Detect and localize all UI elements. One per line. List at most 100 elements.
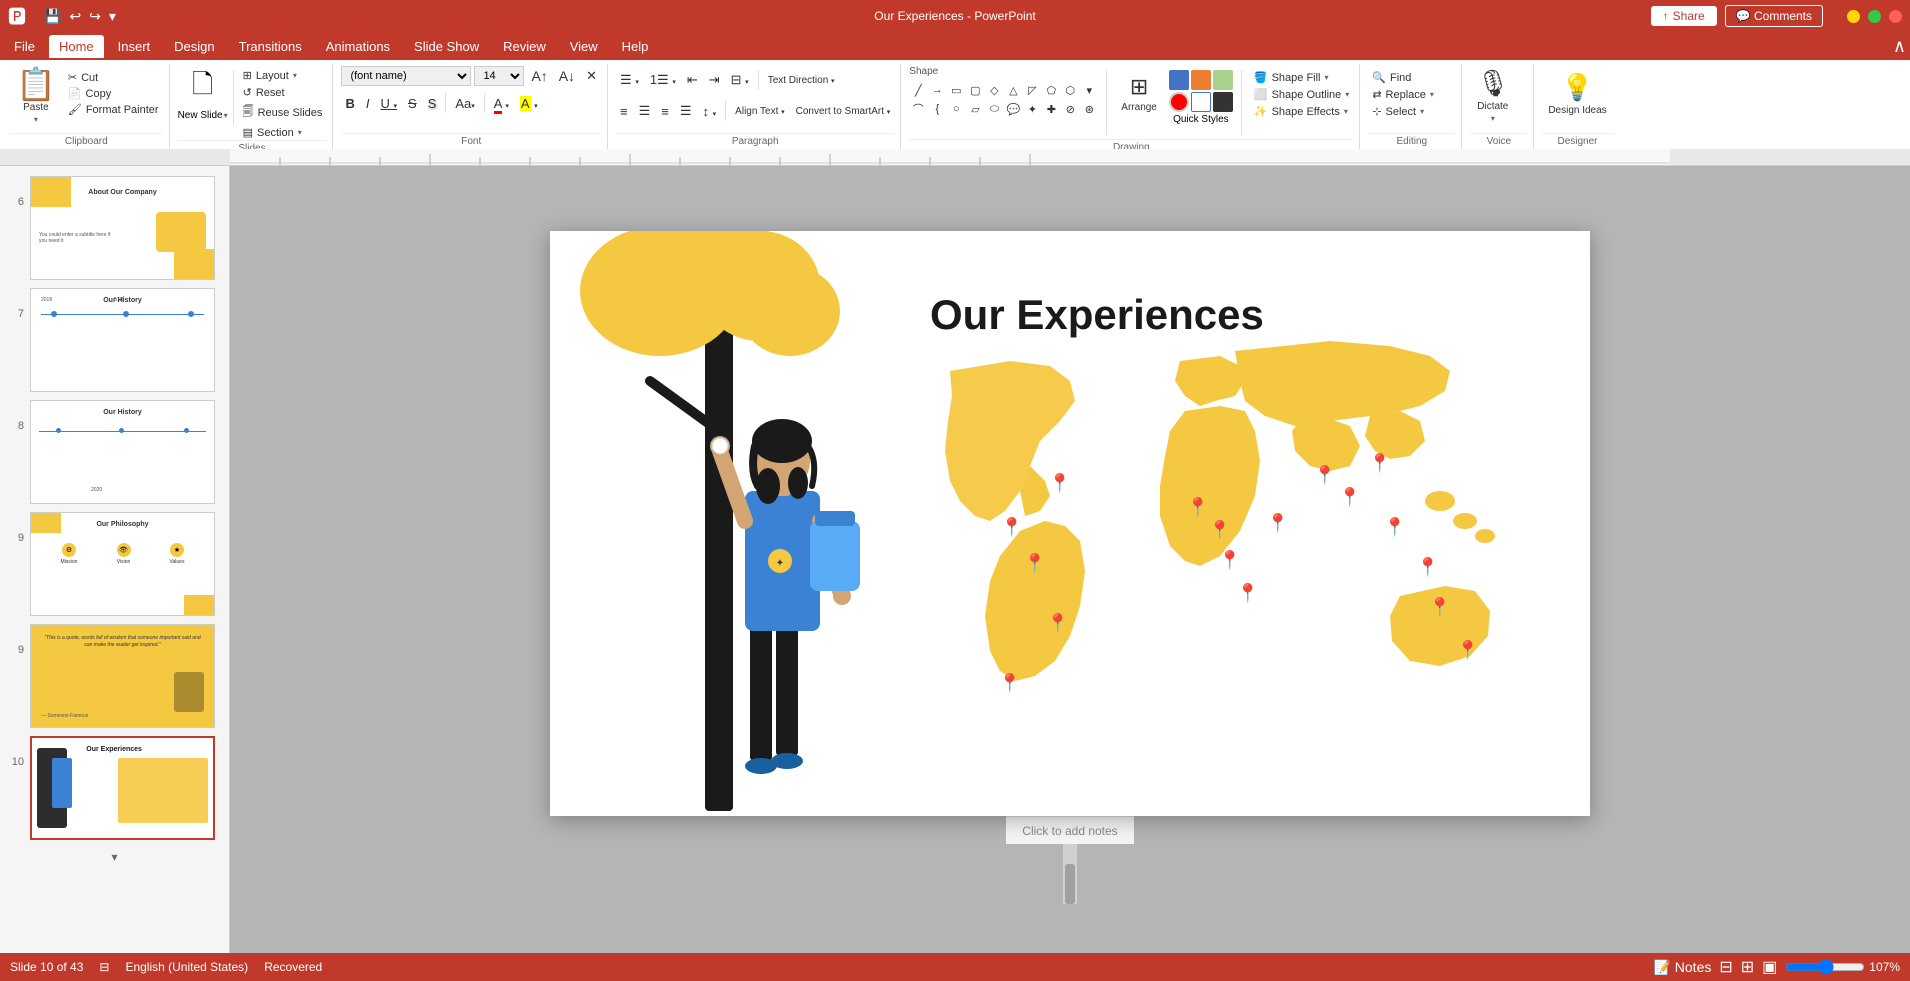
redo-button[interactable]: ↪ xyxy=(87,6,103,27)
shape-callout[interactable]: 💬 xyxy=(1004,100,1022,118)
highlight-color-button[interactable]: A ▾ xyxy=(516,94,542,113)
underline-button[interactable]: U ▾ xyxy=(376,94,401,113)
copy-button[interactable]: 📄 Copy xyxy=(64,86,163,101)
font-name-select[interactable]: (font name) xyxy=(341,66,471,86)
comments-button[interactable]: 💬 Comments xyxy=(1725,5,1823,27)
strikethrough-button[interactable]: S xyxy=(404,94,421,113)
slide-item-10[interactable]: 10 Our Experiences xyxy=(4,734,225,842)
increase-indent-button[interactable]: ⇥ xyxy=(705,70,724,90)
slide-panel-scroll-down[interactable]: ▾ xyxy=(4,846,225,868)
slide-item-8[interactable]: 8 Our History 2020 xyxy=(4,398,225,506)
reuse-slides-button[interactable]: 🗐 Reuse Slides xyxy=(239,102,327,123)
line-spacing-button[interactable]: ↕ ▾ xyxy=(699,102,721,121)
center-button[interactable]: ☰ xyxy=(635,101,655,121)
shape-custom1[interactable]: ⊘ xyxy=(1061,100,1079,118)
align-right-button[interactable]: ≡ xyxy=(657,102,673,121)
shape-triangle[interactable]: △ xyxy=(1004,81,1022,99)
slide-panel-toggle-icon[interactable]: ⊟ xyxy=(99,960,109,974)
clear-formatting-button[interactable]: ✕ xyxy=(582,66,601,86)
slide-item-6[interactable]: 6 About Our Company You could enter a su… xyxy=(4,174,225,282)
slide-thumb-6[interactable]: About Our Company You could enter a subt… xyxy=(30,176,215,280)
ribbon-collapse-button[interactable]: ∧ xyxy=(1893,36,1906,57)
customize-quick-access-button[interactable]: ▾ xyxy=(107,6,118,27)
slide-thumb-8[interactable]: Our History 2020 xyxy=(30,400,215,504)
zoom-slider[interactable] xyxy=(1785,959,1865,975)
shape-arc[interactable]: ⌒ xyxy=(909,100,927,118)
canvas-vscroll[interactable] xyxy=(1063,844,1077,904)
slide-sorter-button[interactable]: ⊞ xyxy=(1741,957,1754,977)
shape-pentagon[interactable]: ⬠ xyxy=(1042,81,1060,99)
select-button[interactable]: ⊹ Select ▾ xyxy=(1368,104,1428,119)
shape-parallelogram[interactable]: ▱ xyxy=(966,100,984,118)
shadow-button[interactable]: S xyxy=(424,94,441,113)
decrease-font-size-button[interactable]: A↓ xyxy=(555,66,579,86)
shape-rtriangle[interactable]: ◸ xyxy=(1023,81,1041,99)
shape-effects-button[interactable]: ✨ Shape Effects ▾ xyxy=(1250,104,1353,119)
menu-design[interactable]: Design xyxy=(164,35,224,58)
menu-animations[interactable]: Animations xyxy=(316,35,400,58)
shape-star[interactable]: ✦ xyxy=(1023,100,1041,118)
undo-button[interactable]: ↩ xyxy=(67,6,83,27)
shape-fill-button[interactable]: 🪣 Shape Fill ▾ xyxy=(1250,70,1353,85)
slide-item-9[interactable]: 9 Our Philosophy ⚙ Mission 👁 Vision xyxy=(4,510,225,618)
format-painter-button[interactable]: 🖌 Format Painter xyxy=(64,102,163,117)
normal-view-button[interactable]: ⊟ xyxy=(1719,957,1732,977)
shape-ellipse[interactable]: ○ xyxy=(947,100,965,118)
slide-item-7[interactable]: 7 Our History 2018 2019 xyxy=(4,286,225,394)
shape-outline-button[interactable]: ⬜ Shape Outline ▾ xyxy=(1250,87,1353,102)
align-text-button[interactable]: Align Text ▾ xyxy=(731,104,788,119)
change-case-button[interactable]: Aa▾ xyxy=(451,94,478,113)
shape-arrow[interactable]: → xyxy=(928,81,946,99)
menu-slideshow[interactable]: Slide Show xyxy=(404,35,489,58)
cut-button[interactable]: ✂ Cut xyxy=(64,70,163,85)
menu-home[interactable]: Home xyxy=(49,35,104,58)
arrange-button[interactable]: ⊞ Arrange xyxy=(1115,66,1163,121)
shape-hex[interactable]: ⬡ xyxy=(1061,81,1079,99)
slide-thumb-9[interactable]: Our Philosophy ⚙ Mission 👁 Vision ★ Val xyxy=(30,512,215,616)
decrease-indent-button[interactable]: ⇤ xyxy=(683,70,702,90)
slide-panel[interactable]: 6 About Our Company You could enter a su… xyxy=(0,166,230,969)
columns-button[interactable]: ⊟ ▾ xyxy=(727,70,753,90)
shape-bracket[interactable]: { xyxy=(928,100,946,118)
layout-button[interactable]: ⊞ Layout ▾ xyxy=(239,68,327,83)
justify-button[interactable]: ☰ xyxy=(676,101,696,121)
menu-review[interactable]: Review xyxy=(493,35,556,58)
menu-file[interactable]: File xyxy=(4,35,45,58)
increase-font-size-button[interactable]: A↑ xyxy=(527,66,551,86)
quick-style-2[interactable] xyxy=(1191,70,1211,90)
find-button[interactable]: 🔍 Find xyxy=(1368,70,1415,85)
shape-cylinder[interactable]: ⬭ xyxy=(985,100,1003,118)
quick-style-1[interactable] xyxy=(1169,70,1189,90)
dictate-button[interactable]: 🎙 Dictate ▾ xyxy=(1470,66,1515,125)
close-button[interactable] xyxy=(1889,10,1902,23)
reading-view-button[interactable]: ▣ xyxy=(1762,957,1777,977)
minimize-button[interactable] xyxy=(1847,10,1860,23)
vscroll-thumb[interactable] xyxy=(1065,864,1075,904)
maximize-button[interactable] xyxy=(1868,10,1881,23)
shape-cross[interactable]: ✚ xyxy=(1042,100,1060,118)
share-button[interactable]: ↑ Share xyxy=(1651,6,1717,26)
reset-button[interactable]: ↺ Reset xyxy=(239,85,327,100)
menu-help[interactable]: Help xyxy=(612,35,659,58)
replace-button[interactable]: ⇄ Replace ▾ xyxy=(1368,87,1438,102)
slide-thumb-quote[interactable]: "This is a quote, words full of wisdom t… xyxy=(30,624,215,728)
menu-view[interactable]: View xyxy=(560,35,608,58)
notes-button[interactable]: 📝 Notes xyxy=(1653,959,1711,976)
notes-placeholder[interactable]: Click to add notes xyxy=(1022,824,1117,838)
quick-style-5[interactable] xyxy=(1191,92,1211,112)
notes-area[interactable]: Click to add notes xyxy=(1006,816,1133,844)
quick-style-6[interactable] xyxy=(1213,92,1233,112)
save-button[interactable]: 💾 xyxy=(42,6,63,27)
menu-insert[interactable]: Insert xyxy=(108,35,161,58)
shape-rect[interactable]: ▭ xyxy=(947,81,965,99)
new-slide-button[interactable]: 🗋 New Slide ▾ xyxy=(178,66,228,121)
align-left-button[interactable]: ≡ xyxy=(616,102,632,121)
design-ideas-button[interactable]: 💡 Design Ideas xyxy=(1542,66,1612,121)
italic-button[interactable]: I xyxy=(362,94,374,113)
quick-style-3[interactable] xyxy=(1213,70,1233,90)
text-direction-button[interactable]: Text Direction ▾ xyxy=(764,73,839,88)
section-button[interactable]: ▤ Section ▾ xyxy=(239,125,327,140)
font-color-button[interactable]: A ▾ xyxy=(490,94,513,113)
slide-item-quote[interactable]: 9 "This is a quote, words full of wisdom… xyxy=(4,622,225,730)
shape-diamond[interactable]: ◇ xyxy=(985,81,1003,99)
